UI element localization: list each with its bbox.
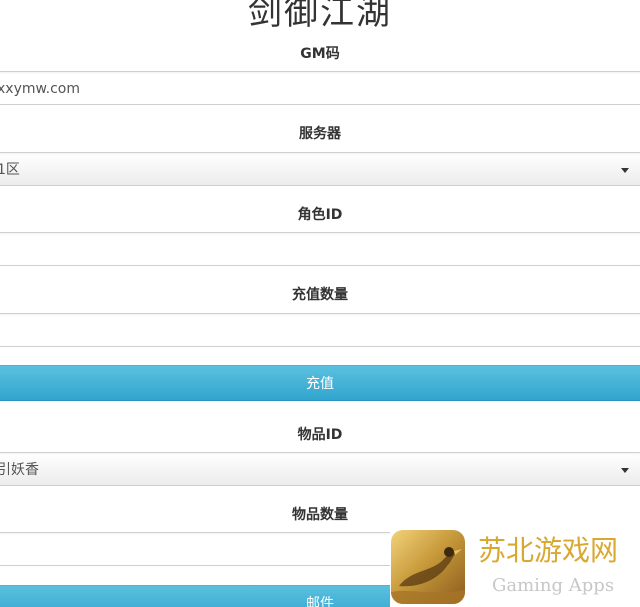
item-id-selected-value: 引妖香 — [0, 462, 39, 478]
role-id-input[interactable] — [0, 232, 640, 266]
recharge-page: 剑御江湖 GM码 xxymw.com 服务器 1区 角色ID 充值数量 充值 物… — [0, 0, 640, 607]
caret-down-icon — [621, 468, 629, 473]
server-label: 服务器 — [299, 126, 341, 142]
item-amount-label: 物品数量 — [292, 507, 348, 523]
gm-code-value: xxymw.com — [0, 81, 81, 97]
recharge-button[interactable]: 充值 — [0, 365, 640, 401]
recharge-amount-input[interactable] — [0, 313, 640, 347]
server-select[interactable]: 1区 — [0, 152, 640, 186]
caret-down-icon — [621, 168, 629, 173]
gm-code-input[interactable]: xxymw.com — [0, 71, 640, 105]
duck-logo-graphic — [391, 547, 465, 604]
item-id-select[interactable]: 引妖香 — [0, 452, 640, 486]
page-title: 剑御江湖 — [248, 0, 392, 33]
watermark-subtitle: Gaming Apps — [492, 575, 615, 596]
role-id-label: 角色ID — [297, 207, 343, 223]
item-id-label: 物品ID — [297, 427, 343, 443]
recharge-amount-label: 充值数量 — [292, 287, 348, 303]
server-selected-value: 1区 — [0, 162, 20, 178]
gm-code-label: GM码 — [300, 46, 340, 62]
duck-logo-icon — [391, 530, 465, 604]
watermark-title: 苏北游戏网 — [478, 534, 619, 567]
watermark: 苏北游戏网 Gaming Apps — [390, 528, 640, 607]
